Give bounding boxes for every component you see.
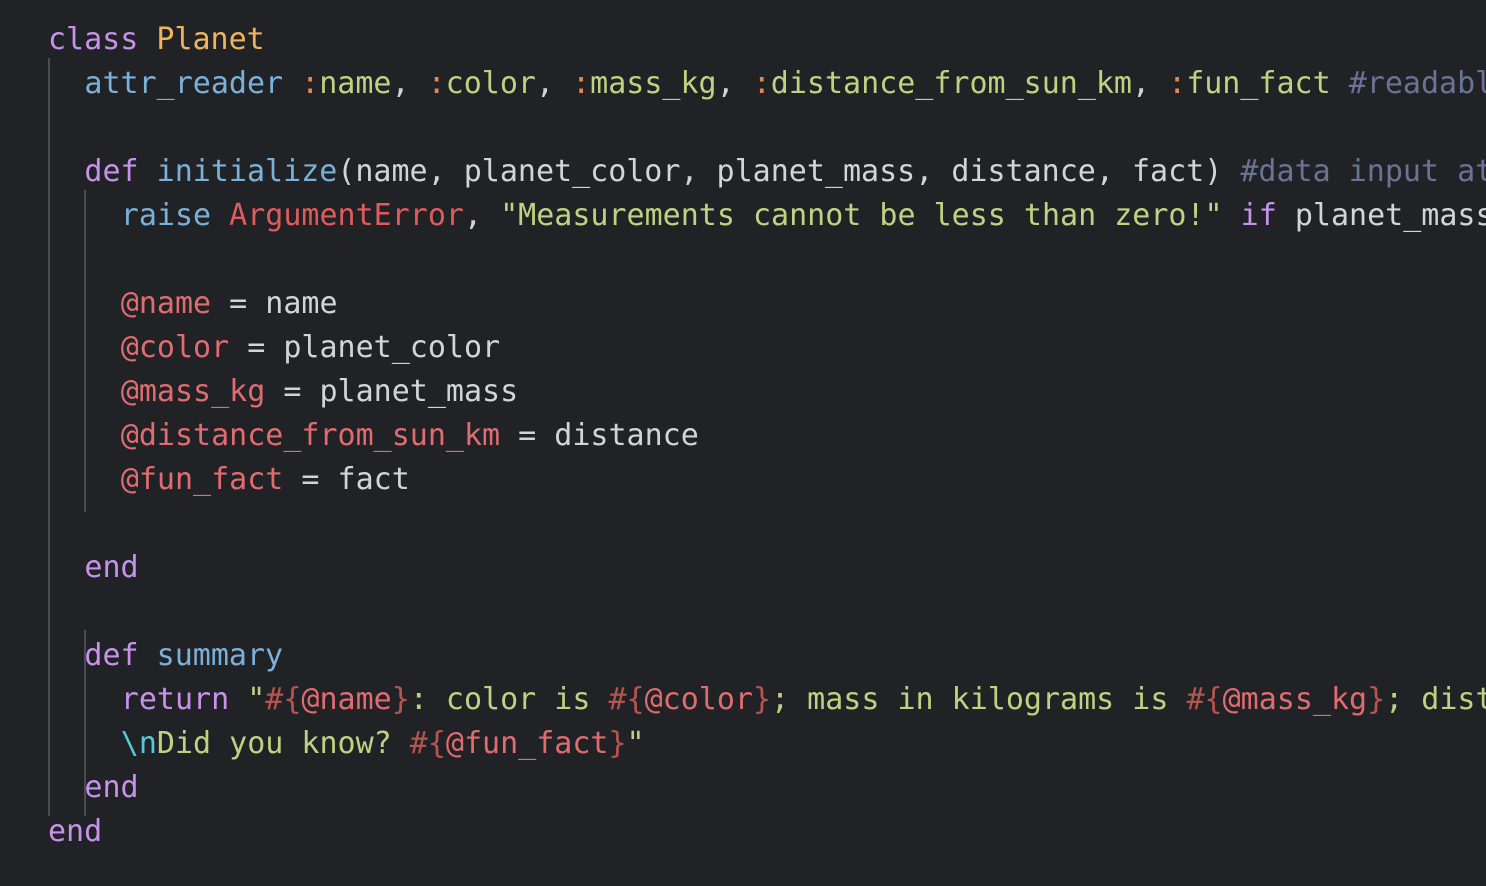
code-token: mass_kg [590,66,717,101]
code-token: } [752,682,772,717]
code-line[interactable]: @distance_from_sun_km = distance [0,414,699,458]
code-line[interactable]: end [0,766,139,810]
code-token: @distance_from_sun_km [120,418,501,453]
code-token: initialize [156,154,338,189]
code-token: = distance [500,418,699,453]
code-token: end [48,814,103,849]
code-token: : color is [409,682,609,717]
code-token: , [391,66,428,101]
code-line[interactable]: raise ArgumentError, "Measurements canno… [0,194,1486,238]
code-token: return [120,682,230,717]
code-line[interactable] [0,106,84,150]
code-token: def [84,638,139,673]
code-line[interactable]: return "#{@name}: color is #{@color}; ma… [0,678,1486,722]
code-token: Did you know? [156,726,410,761]
code-token: } [1367,682,1386,717]
code-token: ; dist [1385,682,1486,717]
code-token: , [463,198,501,233]
code-token: def [84,154,139,189]
code-editor[interactable]: class Planet attr_reader :name, :color, :… [0,0,1486,886]
code-token: #{ [265,682,302,717]
code-line[interactable] [0,590,84,634]
code-line[interactable]: @fun_fact = fact [0,458,410,502]
code-line[interactable]: @color = planet_color [0,326,500,370]
code-token: raise [120,198,212,233]
code-token: name [319,66,392,101]
code-token: attr_reader [84,66,284,101]
code-line[interactable] [0,502,121,546]
code-token: #data input at [1240,154,1486,189]
code-token: (name, planet_color, planet_mass, distan… [337,154,1223,189]
code-token: end [84,770,139,805]
code-token: = name [211,286,338,321]
code-token: " [247,682,266,717]
code-token: @color [644,682,753,717]
code-token: : [301,66,320,101]
code-line[interactable]: \nDid you know? #{@fun_fact}" [0,722,645,766]
code-token: : [1168,66,1187,101]
code-line[interactable]: end [0,810,102,854]
code-token: #{ [608,682,645,717]
code-line[interactable]: attr_reader :name, :color, :mass_kg, :di… [0,62,1486,106]
code-token: fun_fact [1186,66,1331,101]
code-token: } [608,726,627,761]
code-token: planet_mass [1276,198,1486,233]
code-token: class [48,22,139,57]
code-token: : [572,66,591,101]
code-line[interactable]: class Planet [0,18,265,62]
code-token: = planet_mass [265,374,519,409]
code-token: Planet [156,22,265,57]
code-token: @mass_kg [1222,682,1368,717]
code-token: #{ [409,726,446,761]
code-token: "Measurements cannot be less than zero!" [500,198,1223,233]
code-token: summary [156,638,284,673]
code-token: @fun_fact [120,462,284,497]
code-token: : [752,66,771,101]
code-token: @name [120,286,212,321]
code-token: @name [301,682,392,717]
code-token: end [84,550,139,585]
code-token: color [445,66,536,101]
code-line[interactable] [0,238,121,282]
code-token: } [391,682,410,717]
code-line[interactable]: @name = name [0,282,338,326]
code-token: distance_from_sun_km [770,66,1132,101]
code-line[interactable]: end [0,546,139,590]
code-token: #readabl [1348,66,1486,101]
code-line[interactable]: def summary [0,634,283,678]
code-surface[interactable]: class Planet attr_reader :name, :color, :… [0,0,1486,886]
code-token: = planet_color [229,330,501,365]
code-token: ; mass in kilograms is [771,682,1187,717]
code-token: @fun_fact [445,726,609,761]
code-token: = fact [283,462,410,497]
code-token: , [716,66,753,101]
code-token: , [535,66,573,101]
code-token: , [1132,66,1169,101]
code-line[interactable]: @mass_kg = planet_mass [0,370,518,414]
code-token: \n [120,726,157,761]
code-token: if [1240,198,1277,233]
code-token: ArgumentError [229,198,464,233]
code-line[interactable]: def initialize(name, planet_color, plane… [0,150,1486,194]
code-token: @color [120,330,230,365]
code-token: @mass_kg [120,374,266,409]
code-token: " [626,726,645,761]
code-token: : [427,66,446,101]
code-token: #{ [1186,682,1223,717]
